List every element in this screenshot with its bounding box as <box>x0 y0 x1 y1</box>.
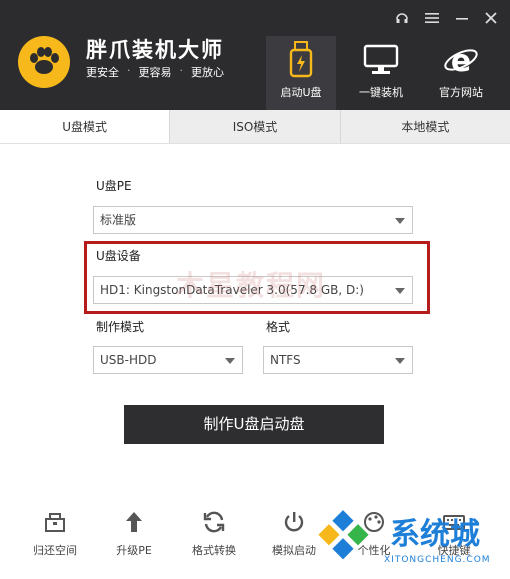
chevron-down-icon <box>225 358 235 364</box>
mode-tabs: U盘模式 ISO模式 本地模式 <box>0 110 510 144</box>
monitor-icon <box>361 40 401 80</box>
chevron-down-icon <box>395 288 405 294</box>
tab-local-mode[interactable]: 本地模式 <box>341 110 510 143</box>
nav-usb-boot[interactable]: 启动U盘 <box>266 36 336 110</box>
format-select[interactable]: NTFS <box>263 346 413 374</box>
tool-label: 格式转换 <box>192 544 236 557</box>
mode-label: 制作模式 <box>96 320 145 334</box>
tool-label: 归还空间 <box>33 544 77 557</box>
mode-select[interactable]: USB-HDD <box>93 346 243 374</box>
slogan-item: 更安全 <box>86 66 119 79</box>
format-select-value: NTFS <box>270 353 301 367</box>
pe-select-value: 标准版 <box>100 213 137 227</box>
device-label: U盘设备 <box>96 249 141 263</box>
nav-official-site[interactable]: e 官方网站 <box>426 36 496 110</box>
mode-select-value: USB-HDD <box>100 353 157 367</box>
nav-label: 官方网站 <box>439 86 483 99</box>
brand-watermark-text: 系统城 <box>390 517 480 552</box>
paw-logo-icon <box>18 36 70 88</box>
menu-icon[interactable] <box>422 8 442 28</box>
tool-upgrade-pe[interactable]: 升级PE <box>99 508 169 558</box>
slogan-separator: · <box>179 64 184 77</box>
app-slogans: 更安全 · 更容易 · 更放心 <box>86 64 224 80</box>
slogan-separator: · <box>127 64 131 77</box>
usb-drive-icon <box>281 40 321 80</box>
app-header: 胖爪装机大师 更安全 · 更容易 · 更放心 启动U盘 一键装机 e 官方网站 <box>0 0 510 110</box>
tool-restore-space[interactable]: 归还空间 <box>20 508 90 558</box>
brand-watermark-url: XITONGCHENG.COM <box>384 555 491 565</box>
nav-one-click-install[interactable]: 一键装机 <box>346 36 416 110</box>
tool-format-convert[interactable]: 格式转换 <box>179 508 249 558</box>
restore-space-icon <box>41 508 69 536</box>
make-usb-boot-button[interactable]: 制作U盘启动盘 <box>124 405 384 444</box>
svg-text:e: e <box>451 44 471 78</box>
upgrade-arrow-icon <box>120 508 148 536</box>
ie-browser-icon: e <box>441 40 481 80</box>
nav-label: 启动U盘 <box>280 86 322 99</box>
chevron-down-icon <box>395 358 405 364</box>
format-label: 格式 <box>266 320 291 334</box>
slogan-item: 更放心 <box>191 66 224 79</box>
slogan-item: 更容易 <box>138 66 172 79</box>
nav-label: 一键装机 <box>359 86 403 99</box>
watermark-text: 木星教程网 <box>176 269 327 302</box>
convert-icon <box>200 508 228 536</box>
minimize-icon[interactable] <box>452 8 472 28</box>
headset-support-icon[interactable] <box>392 8 412 28</box>
brand-logo-icon <box>318 510 369 560</box>
close-icon[interactable] <box>481 8 501 28</box>
brand-watermark: 系统城 XITONGCHENG.COM <box>318 505 510 579</box>
app-title: 胖爪装机大师 <box>86 38 224 62</box>
tab-iso-mode[interactable]: ISO模式 <box>170 110 341 143</box>
tool-label: 升级PE <box>116 544 152 557</box>
tab-usb-mode[interactable]: U盘模式 <box>0 110 171 143</box>
power-icon <box>280 508 308 536</box>
tool-label: 模拟启动 <box>272 544 316 557</box>
chevron-down-icon <box>395 218 405 224</box>
pe-select[interactable]: 标准版 <box>93 206 413 234</box>
pe-label: U盘PE <box>96 179 132 193</box>
